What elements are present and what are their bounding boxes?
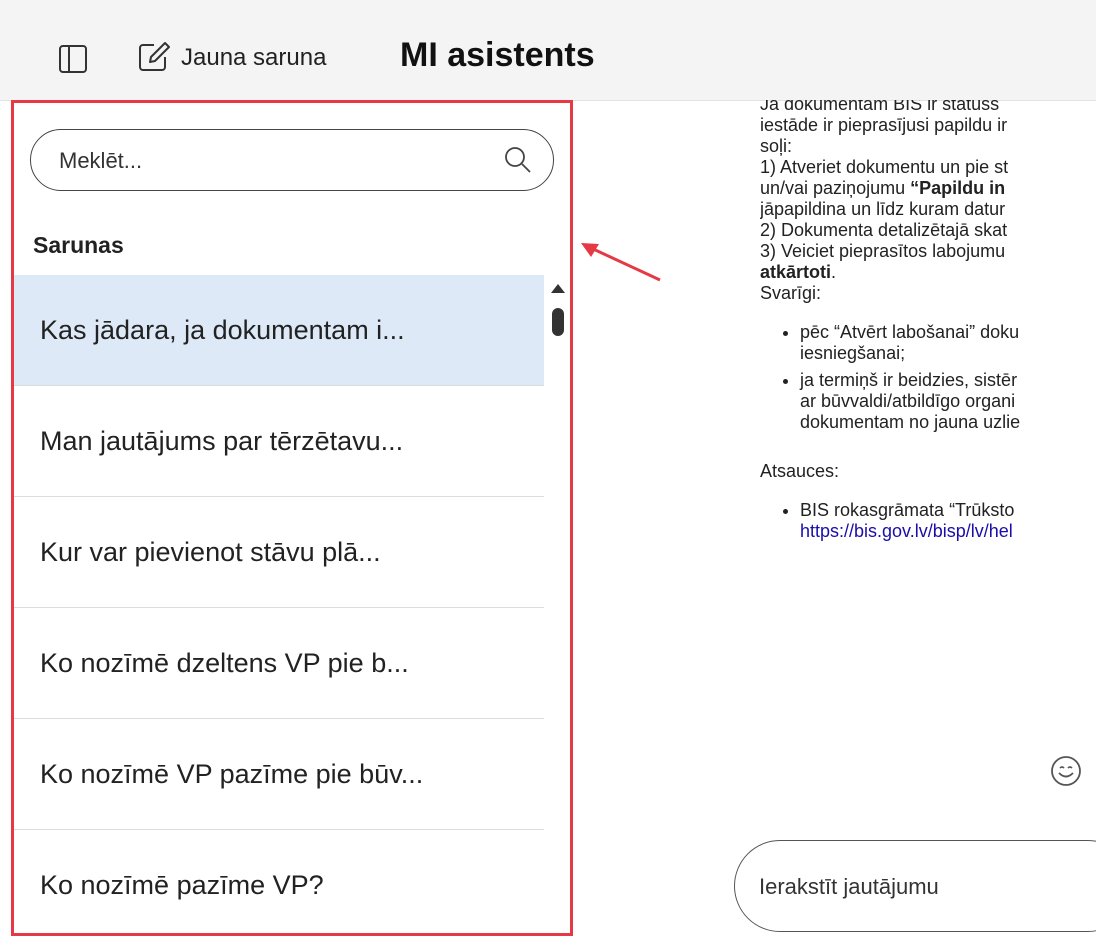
scroll-up-arrow-icon[interactable] — [551, 284, 565, 293]
bullet-list: pēc “Atvērt labošanai” dokuiesniegšanai;… — [760, 322, 1096, 433]
new-chat-button[interactable]: Jauna saruna — [181, 44, 326, 72]
list-item[interactable]: Ko nozīmē pazīme VP? — [14, 830, 544, 941]
assistant-message: Ja dokumentam BIS ir statuss iestāde ir … — [760, 100, 1096, 548]
message-line: Ja dokumentam BIS ir statuss — [760, 100, 1000, 114]
search-icon[interactable] — [503, 145, 533, 175]
conversation-list: Kas jādara, ja dokumentam i... Man jautā… — [14, 275, 544, 941]
edit-icon[interactable] — [138, 40, 172, 72]
message-input[interactable] — [757, 871, 1096, 903]
scrollbar-thumb[interactable] — [552, 308, 564, 336]
list-item[interactable]: Man jautājums par tērzētavu... — [14, 386, 544, 497]
message-line: iestāde ir pieprasījusi papildu ir — [760, 115, 1008, 135]
list-item[interactable]: Kas jādara, ja dokumentam i... — [14, 275, 544, 386]
message-line: atkārtoti. — [760, 262, 837, 282]
list-item[interactable]: Ko nozīmē VP pazīme pie būv... — [14, 719, 544, 830]
message-line: 3) Veiciet pieprasītos labojumu — [760, 241, 1006, 261]
page-title: MI asistents — [400, 36, 595, 74]
message-bold: “Papildu in — [910, 178, 1006, 198]
search-input[interactable] — [57, 145, 481, 177]
list-item[interactable]: Kur var pievienot stāvu plā... — [14, 497, 544, 608]
section-heading: Sarunas — [33, 232, 124, 258]
references-label: Atsauces: — [760, 461, 840, 481]
reference-link[interactable]: https://bis.gov.lv/bisp/lv/hel — [800, 521, 1013, 541]
list-item[interactable]: Ko nozīmē dzeltens VP pie b... — [14, 608, 544, 719]
list-item: pēc “Atvērt labošanai” dokuiesniegšanai; — [800, 322, 1096, 364]
important-label: Svarīgi: — [760, 283, 822, 303]
top-bar: Jauna saruna MI asistents — [0, 0, 1096, 101]
composer — [734, 840, 1096, 932]
message-line: un/vai paziņojumu “Papildu in — [760, 178, 1006, 198]
sidebar-toggle-icon[interactable] — [58, 44, 88, 74]
search-field[interactable] — [30, 129, 554, 191]
message-line: soļi: — [760, 136, 793, 156]
smiley-icon[interactable] — [1049, 754, 1083, 788]
list-item: ja termiņš ir beidzies, sistērar būvvald… — [800, 370, 1096, 433]
message-line: jāpapildina un līdz kuram datur — [760, 199, 1006, 219]
annotation-arrow-icon — [581, 243, 661, 282]
message-line: 2) Dokumenta detalizētajā skat — [760, 220, 1008, 240]
list-item: BIS rokasgrāmata “Trūksto https://bis.go… — [800, 500, 1096, 542]
references-list: BIS rokasgrāmata “Trūksto https://bis.go… — [760, 500, 1096, 542]
message-line: 1) Atveriet dokumentu un pie st — [760, 157, 1009, 177]
